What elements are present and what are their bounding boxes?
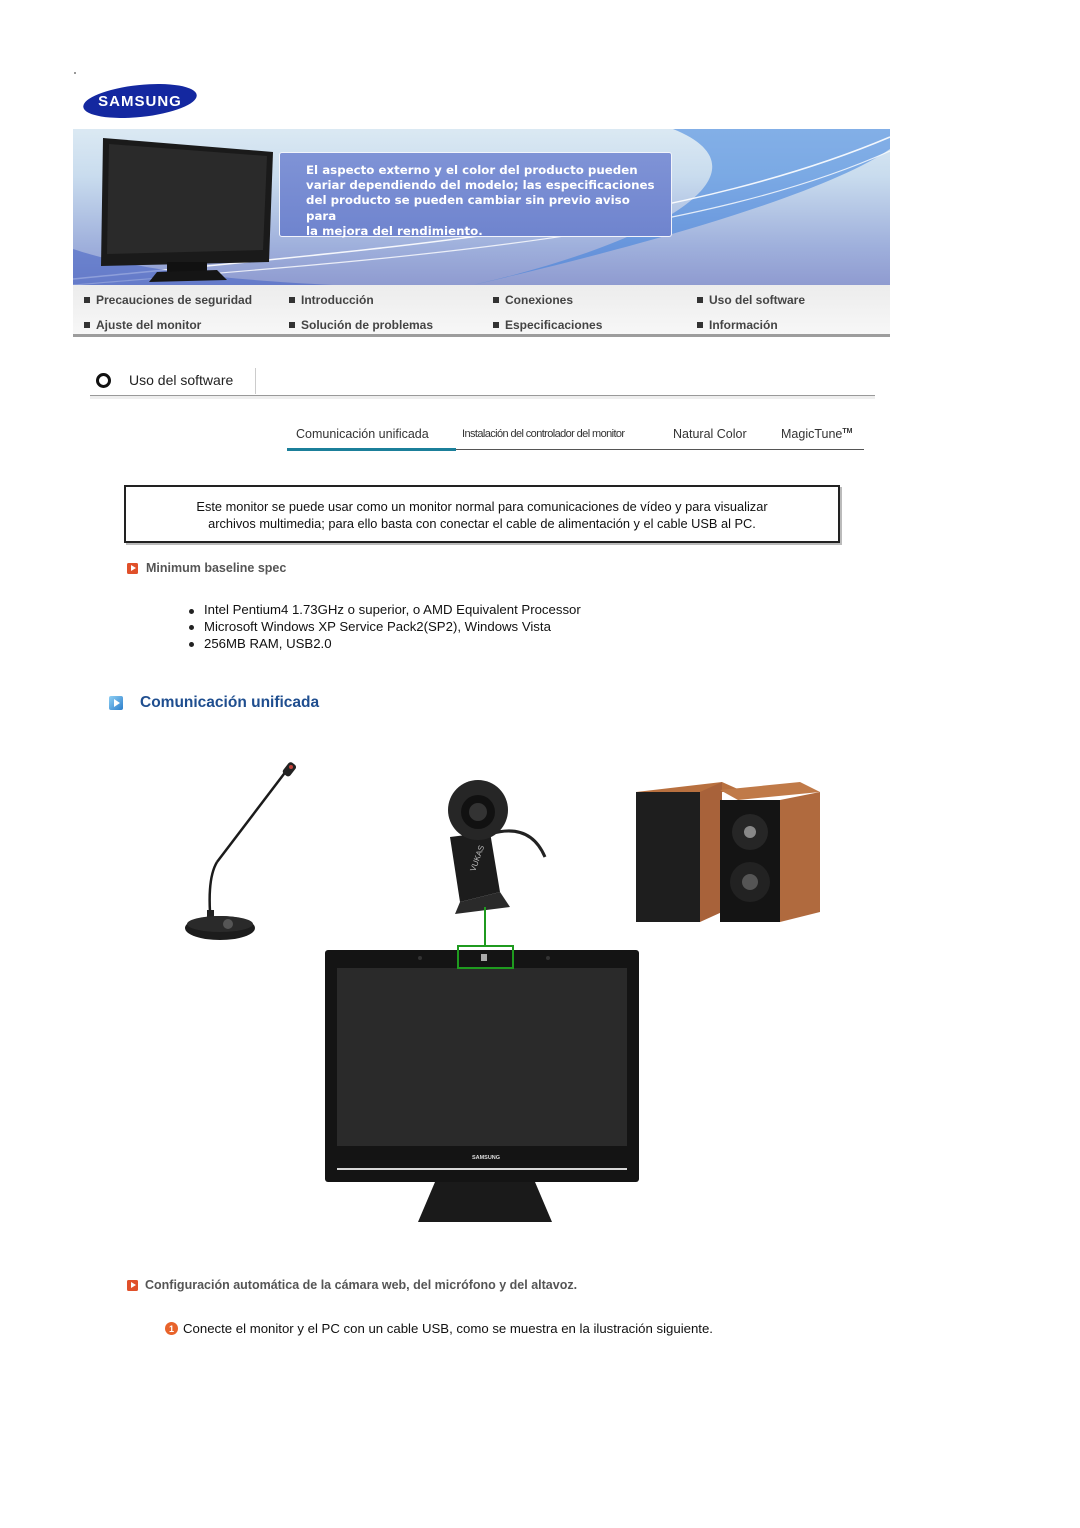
config-heading-text: Configuración automática de la cámara we…	[145, 1278, 578, 1292]
banner-notice-line: la mejora del rendimiento.	[306, 223, 483, 238]
nav-item-solucion-problemas[interactable]: Solución de problemas	[289, 317, 433, 333]
bullet-square-icon	[493, 297, 499, 303]
active-tab-indicator	[287, 448, 456, 451]
banner-notice: El aspecto externo y el color del produc…	[279, 152, 672, 238]
bullet-square-icon	[493, 322, 499, 328]
intro-line: Este monitor se puede usar como un monit…	[196, 499, 768, 514]
unified-heading: Comunicación unificada	[109, 694, 319, 712]
tab-instalacion-controlador[interactable]: Instalación del controlador del monitor	[462, 428, 625, 440]
section-title-text: Uso del software	[129, 372, 234, 388]
banner-notice-line: El aspecto externo y el color del produc…	[306, 163, 638, 177]
samsung-logo[interactable]: SAMSUNG	[82, 82, 198, 120]
header-banner: El aspecto externo y el color del produc…	[73, 129, 890, 285]
bullet-square-icon	[697, 297, 703, 303]
divider	[255, 368, 256, 394]
tab-natural-color[interactable]: Natural Color	[673, 427, 747, 441]
devices-illustration: VUKAS SAMSUNG	[160, 752, 830, 1232]
bullet-square-icon	[84, 322, 90, 328]
bullet-square-icon	[697, 322, 703, 328]
banner-notice-line: del producto se pueden cambiar sin previ…	[306, 193, 630, 223]
nav-item-especificaciones[interactable]: Especificaciones	[493, 317, 602, 333]
intro-line: archivos multimedia; para ello basta con…	[208, 515, 756, 531]
nav-item-ajuste-monitor[interactable]: Ajuste del monitor	[84, 317, 201, 333]
step-text: Conecte el monitor y el PC con un cable …	[183, 1321, 713, 1336]
arrow-right-icon	[127, 1279, 138, 1291]
intro-box: Este monitor se puede usar como un monit…	[124, 485, 840, 543]
nav-item-introduccion[interactable]: Introducción	[289, 292, 374, 308]
main-nav: Precauciones de seguridad Introducción C…	[73, 285, 890, 337]
webcam-image: VUKAS	[448, 780, 547, 914]
nav-item-uso-software[interactable]: Uso del software	[697, 292, 805, 308]
spec-list: Intel Pentium4 1.73GHz o superior, o AMD…	[188, 602, 581, 652]
spec-item: 256MB RAM, USB2.0	[188, 636, 581, 653]
banner-notice-line: variar dependiendo del modelo; las espec…	[306, 178, 655, 193]
speakers-image	[636, 782, 820, 922]
microphone-image	[185, 762, 297, 940]
bullet-square-icon	[289, 297, 295, 303]
monitor-logo-text: SAMSUNG	[472, 1155, 500, 1161]
logo-text: SAMSUNG	[98, 93, 182, 110]
spec-item: Microsoft Windows XP Service Pack2(SP2),…	[188, 619, 581, 636]
monitor-image: SAMSUNG	[325, 950, 639, 1222]
min-spec-heading: Minimum baseline spec	[127, 561, 286, 575]
min-spec-heading-text: Minimum baseline spec	[146, 561, 287, 575]
divider	[90, 396, 875, 399]
step-number-icon: 1	[165, 1322, 178, 1335]
decorative-dot	[74, 72, 76, 74]
spec-item: Intel Pentium4 1.73GHz o superior, o AMD…	[188, 602, 581, 619]
monitor-product-image	[101, 138, 273, 282]
unified-heading-text: Comunicación unificada	[140, 694, 320, 711]
nav-item-precauciones[interactable]: Precauciones de seguridad	[84, 292, 252, 308]
bullet-square-icon	[84, 297, 90, 303]
trademark-mark: TM	[842, 427, 853, 435]
nav-item-conexiones[interactable]: Conexiones	[493, 292, 573, 308]
config-heading: Configuración automática de la cámara we…	[127, 1278, 577, 1292]
circle-icon	[96, 372, 111, 388]
bullet-square-icon	[289, 322, 295, 328]
tab-comunicacion-unificada[interactable]: Comunicación unificada	[296, 427, 429, 441]
section-title: Uso del software	[96, 368, 233, 392]
arrow-right-icon	[127, 562, 138, 574]
nav-item-informacion[interactable]: Información	[697, 317, 778, 333]
step-item: 1 Conecte el monitor y el PC con un cabl…	[165, 1321, 713, 1336]
play-arrow-icon	[109, 696, 123, 710]
tab-magictune[interactable]: MagicTuneTM	[781, 427, 852, 441]
